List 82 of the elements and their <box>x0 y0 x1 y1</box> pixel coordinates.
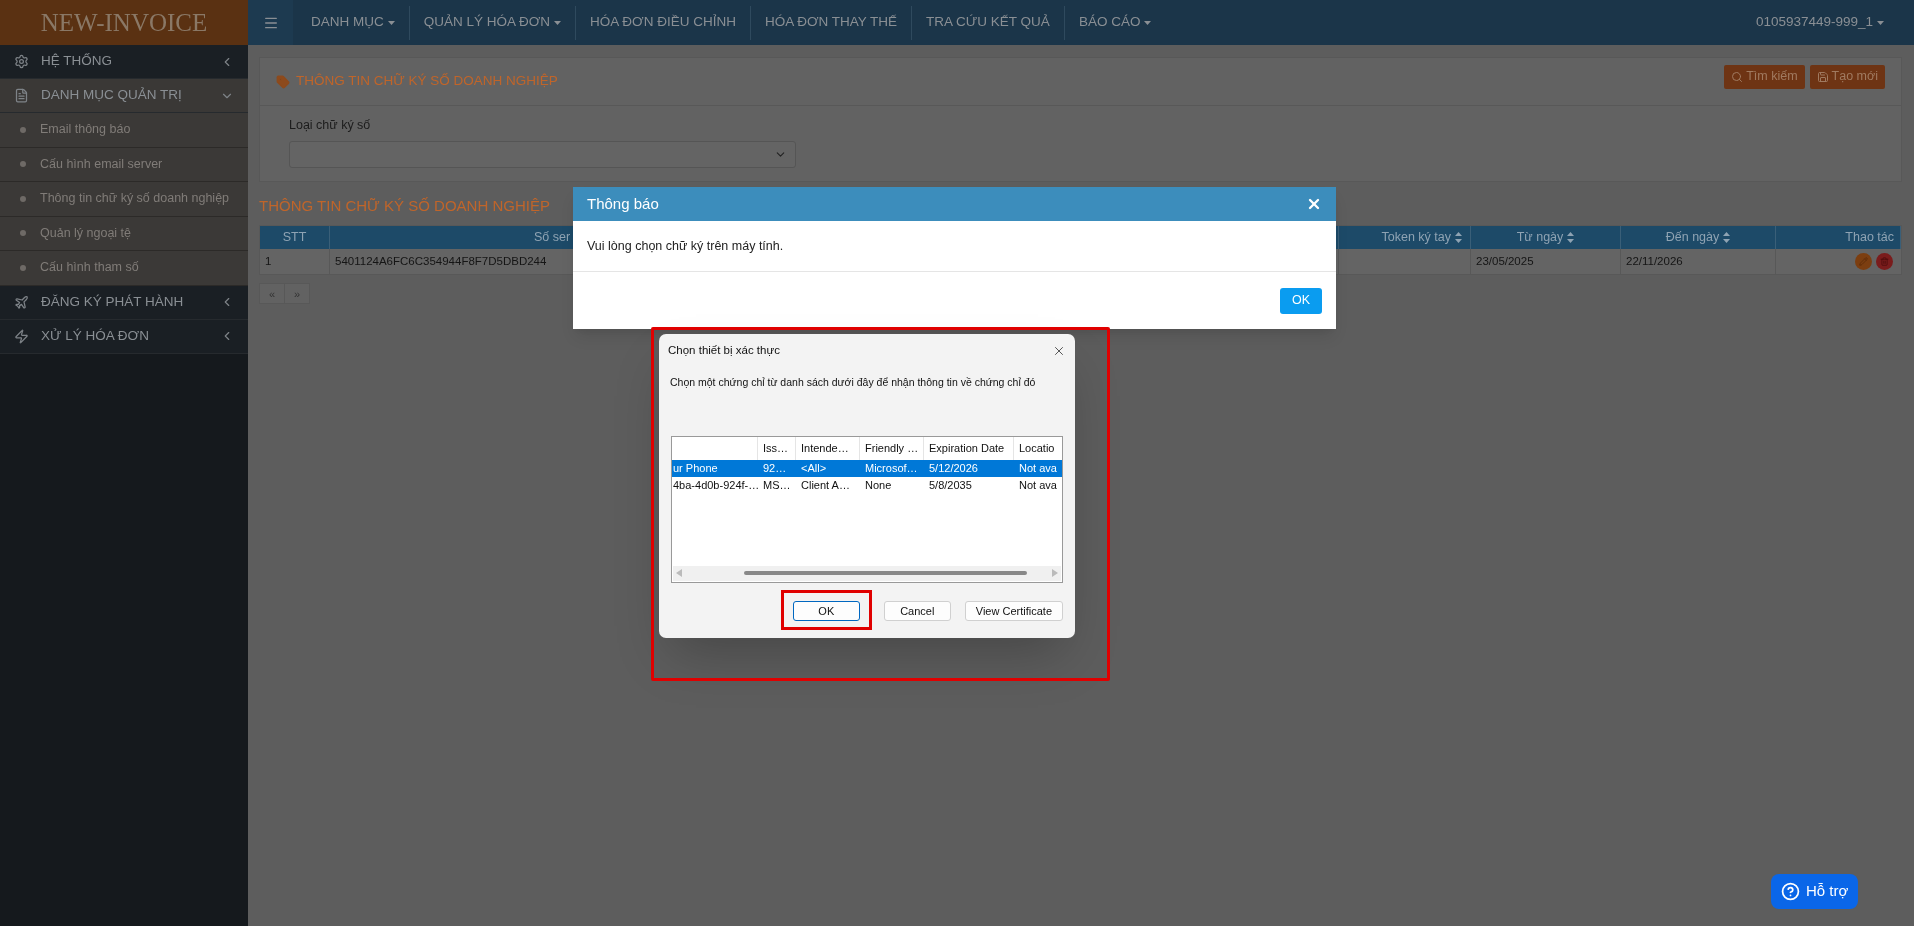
table-cell-text: 1 <box>265 254 272 270</box>
list-cell-text: 5/8/2035 <box>929 478 972 493</box>
list-cell-text: 92… <box>763 461 787 476</box>
column-header[interactable]: Friendly … <box>865 440 919 457</box>
bullet-icon <box>20 161 26 168</box>
delete-icon[interactable] <box>1876 253 1893 271</box>
ok-button[interactable]: OK <box>792 601 860 621</box>
dialog-title: Chọn thiết bị xác thực <box>668 342 781 358</box>
search-button[interactable]: Tìm kiếm <box>1724 64 1805 89</box>
caret-icon <box>1144 20 1152 25</box>
list-cell-text: ur Phone <box>673 461 718 476</box>
column-header[interactable]: Iss… <box>763 440 789 457</box>
nav-menu-item[interactable]: TRA CỨU KẾT QUẢ <box>911 5 1064 40</box>
list-cell-text: Microsof… <box>865 461 918 476</box>
bullet-icon <box>20 230 26 237</box>
table-cell-text: 23/05/2025 <box>1476 254 1534 270</box>
document-icon <box>14 88 29 103</box>
field-label: Loại chữ ký số <box>289 117 372 134</box>
table-cell-text: 5401124A6FC6C354944F8F7D5DBD244 <box>335 254 547 270</box>
lightning-icon <box>14 328 29 344</box>
view-certificate-button[interactable]: View Certificate <box>964 601 1063 621</box>
list-cell-text: None <box>865 478 892 493</box>
sidebar-group[interactable]: HỆ THỐNG <box>0 45 248 79</box>
pager-button[interactable]: » <box>284 283 310 305</box>
bullet-icon <box>20 126 26 133</box>
pager-button[interactable]: « <box>259 283 285 305</box>
signature-type-select[interactable] <box>289 140 796 168</box>
list-cell-text: 5/12/2026 <box>929 461 978 476</box>
bullet-icon <box>20 195 26 202</box>
nav-menu-item[interactable]: HÓA ĐƠN THAY THẾ <box>749 5 912 40</box>
list-cell-text: Not ava <box>1019 461 1057 476</box>
list-cell-text: Not ava <box>1019 478 1057 493</box>
nav-menu-item[interactable]: DANH MỤC <box>297 5 409 40</box>
list-cell-text: Client A… <box>801 478 850 493</box>
close-icon[interactable] <box>1306 196 1322 212</box>
ok-button[interactable]: OK <box>1279 287 1322 314</box>
edit-icon[interactable] <box>1855 253 1872 271</box>
sidebar-item[interactable]: Quản lý ngoại tệ <box>0 216 248 251</box>
sidebar-item[interactable]: Cấu hình tham số <box>0 251 248 286</box>
save-icon <box>1816 70 1829 83</box>
list-cell-text: 4ba-4d0b-924f-… <box>673 478 758 493</box>
help-button[interactable]: Hỗ trợ <box>1771 874 1859 909</box>
tag-icon <box>276 74 290 89</box>
list-cell-text: <All> <box>801 461 827 476</box>
sidebar-item[interactable]: Cấu hình email server <box>0 147 248 182</box>
dialog-description: Chọn một chứng chỉ từ danh sách dưới đây để nhận thông tin về chứng chỉ đó <box>670 375 1037 390</box>
dialog-title: Thông báo <box>587 193 660 214</box>
certificate-row[interactable]: ur Phone 92… <All> Microsof… 5/12/2026 Not ava <box>672 459 1062 477</box>
sort-icon <box>1455 232 1462 244</box>
sidebar-group[interactable]: ĐĂNG KÝ PHÁT HÀNH <box>0 285 248 320</box>
sidebar-item[interactable]: Email thông báo <box>0 113 248 148</box>
create-button[interactable]: Tạo mới <box>1809 64 1885 89</box>
cancel-button[interactable]: Cancel <box>883 601 951 621</box>
nav-menu-item[interactable]: HÓA ĐƠN ĐIỀU CHỈNH <box>575 5 750 40</box>
caret-icon <box>554 20 562 25</box>
sidebar-group[interactable]: XỬ LÝ HÓA ĐƠN <box>0 319 248 354</box>
gears-icon <box>14 54 29 69</box>
certificate-row[interactable]: 4ba-4d0b-924f-… MS… Client A… None 5/8/2035 Not ava <box>672 476 1062 494</box>
list-cell-text: MS… <box>763 478 791 493</box>
user-menu[interactable]: 0105937449-999_1 <box>1755 0 1914 45</box>
bullet-icon <box>20 264 26 271</box>
sidebar-group[interactable]: DANH MỤC QUẢN TRỊ <box>0 79 248 113</box>
search-icon <box>1731 70 1744 83</box>
nav-menu-item[interactable]: BÁO CÁO <box>1063 5 1166 40</box>
scroll-left-icon[interactable] <box>676 569 682 578</box>
plane-icon <box>14 294 29 310</box>
column-header[interactable]: Intende… <box>801 440 849 457</box>
caret-icon <box>1877 20 1884 25</box>
sidebar-item[interactable]: Thông tin chữ ký số doanh nghiệp <box>0 182 248 217</box>
nav-menu-item[interactable]: QUẢN LÝ HÓA ĐƠN <box>408 5 576 40</box>
table-cell-text: 22/11/2026 <box>1626 254 1683 270</box>
scroll-right-icon[interactable] <box>1052 569 1058 578</box>
sort-icon <box>1567 232 1575 244</box>
logo[interactable]: NEW-INVOICE <box>0 0 248 45</box>
section-title: THÔNG TIN CHỮ KÝ SỐ DOANH NGHIỆP <box>259 195 550 216</box>
sort-icon <box>1723 232 1731 244</box>
panel-title: THÔNG TIN CHỮ KÝ SỐ DOANH NGHIỆP <box>296 72 558 91</box>
horizontal-scrollbar[interactable] <box>673 565 1061 581</box>
column-header[interactable]: Expiration Date <box>929 440 1005 457</box>
column-header[interactable]: Locatio <box>1019 440 1055 457</box>
caret-icon <box>387 20 395 25</box>
help-icon <box>1781 882 1800 901</box>
